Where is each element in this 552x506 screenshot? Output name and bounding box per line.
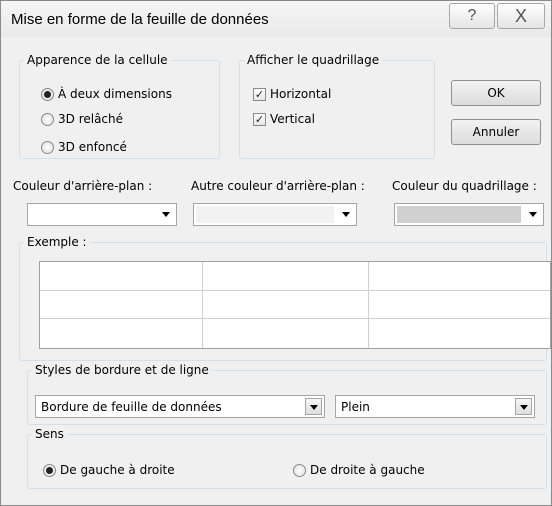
preview-cell bbox=[203, 319, 369, 348]
radio-icon bbox=[41, 112, 54, 126]
radio-icon bbox=[41, 87, 54, 101]
radio-label: 3D relâché bbox=[58, 112, 124, 126]
checkbox-label: Horizontal bbox=[270, 87, 332, 101]
alt-background-color-label: Autre couleur d'arrière-plan : bbox=[191, 179, 365, 193]
checkmark-icon: ✓ bbox=[253, 112, 266, 126]
direction-group: Sens bbox=[27, 427, 547, 489]
chevron-down-icon bbox=[515, 398, 532, 415]
border-type-select[interactable]: Bordure de feuille de données bbox=[35, 395, 325, 418]
title-bar: Mise en forme de la feuille de données ?… bbox=[1, 1, 551, 37]
preview-cell bbox=[369, 262, 550, 291]
radio-icon bbox=[41, 140, 54, 154]
checkbox-vertical[interactable]: ✓ Vertical bbox=[253, 112, 315, 126]
close-icon: X bbox=[514, 5, 527, 26]
format-datasheet-dialog: Mise en forme de la feuille de données ?… bbox=[0, 0, 552, 506]
example-preview-grid bbox=[39, 261, 551, 349]
gridline-color-label: Couleur du quadrillage : bbox=[392, 179, 537, 193]
select-value: Plein bbox=[341, 400, 370, 414]
example-legend: Exemple : bbox=[27, 235, 87, 249]
background-color-picker[interactable] bbox=[27, 203, 177, 226]
chevron-down-icon bbox=[305, 398, 322, 415]
radio-3d-sunken[interactable]: 3D enfoncé bbox=[41, 140, 127, 154]
color-swatch bbox=[196, 206, 334, 223]
help-button[interactable]: ? bbox=[449, 3, 495, 29]
checkmark-icon: ✓ bbox=[253, 87, 266, 101]
preview-cell bbox=[203, 262, 369, 291]
select-value: Bordure de feuille de données bbox=[41, 400, 222, 414]
help-icon: ? bbox=[467, 7, 477, 24]
cancel-button[interactable]: Annuler bbox=[451, 119, 541, 145]
radio-label: De droite à gauche bbox=[310, 463, 425, 477]
radio-two-dimensional[interactable]: À deux dimensions bbox=[41, 87, 172, 101]
gridlines-group: Afficher le quadrillage bbox=[239, 53, 435, 159]
preview-cell bbox=[369, 319, 550, 348]
ok-button[interactable]: OK bbox=[451, 80, 541, 106]
checkbox-label: Vertical bbox=[270, 112, 315, 126]
chevron-down-icon bbox=[529, 212, 537, 217]
line-style-select[interactable]: Plein bbox=[335, 395, 535, 418]
chevron-down-icon bbox=[162, 212, 170, 217]
close-button[interactable]: X bbox=[497, 3, 545, 29]
color-swatch bbox=[30, 206, 154, 223]
preview-cell bbox=[369, 291, 550, 320]
radio-label: À deux dimensions bbox=[58, 87, 172, 101]
radio-label: 3D enfoncé bbox=[58, 140, 127, 154]
preview-cell bbox=[203, 290, 369, 320]
gridline-color-picker[interactable] bbox=[394, 203, 544, 226]
radio-icon bbox=[43, 463, 56, 477]
gridlines-legend: Afficher le quadrillage bbox=[247, 53, 380, 67]
radio-icon bbox=[293, 463, 306, 477]
direction-legend: Sens bbox=[35, 427, 64, 441]
preview-cell bbox=[40, 319, 203, 348]
cell-appearance-legend: Apparence de la cellule bbox=[27, 53, 168, 67]
checkbox-horizontal[interactable]: ✓ Horizontal bbox=[253, 87, 331, 101]
border-styles-legend: Styles de bordure et de ligne bbox=[35, 363, 209, 377]
dialog-title: Mise en forme de la feuille de données bbox=[11, 11, 269, 28]
radio-left-to-right[interactable]: De gauche à droite bbox=[43, 463, 175, 477]
radio-3d-raised[interactable]: 3D relâché bbox=[41, 112, 123, 126]
preview-cell bbox=[40, 290, 203, 320]
radio-label: De gauche à droite bbox=[60, 463, 175, 477]
background-color-label: Couleur d'arrière-plan : bbox=[13, 179, 153, 193]
radio-right-to-left[interactable]: De droite à gauche bbox=[293, 463, 425, 477]
color-swatch bbox=[397, 206, 521, 223]
chevron-down-icon bbox=[342, 212, 350, 217]
preview-cell bbox=[40, 262, 203, 291]
alt-background-color-picker[interactable] bbox=[193, 203, 357, 226]
